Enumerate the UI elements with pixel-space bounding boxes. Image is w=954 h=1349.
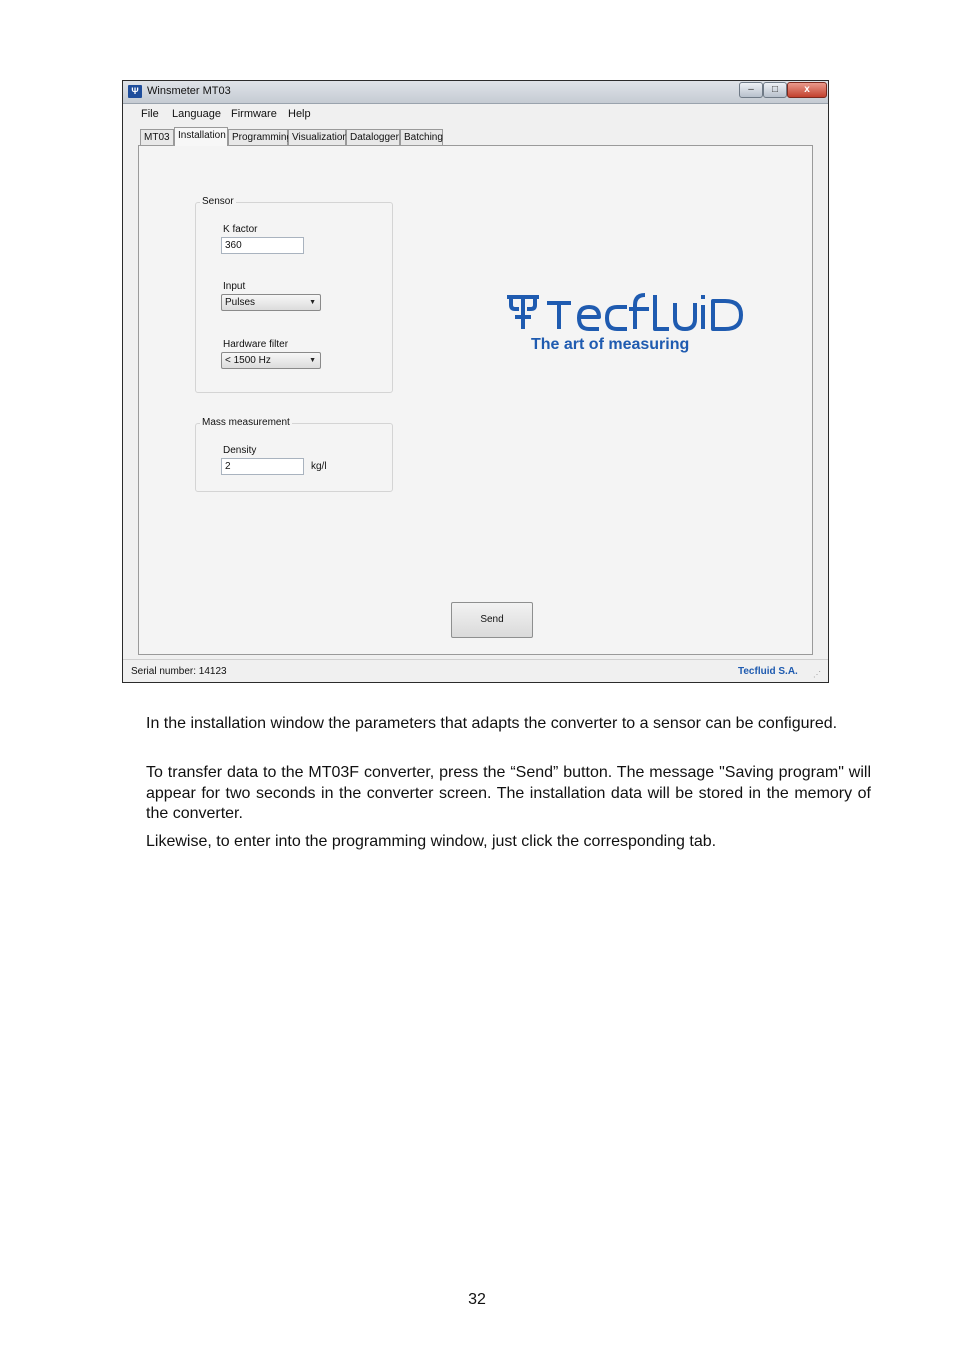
title-bar[interactable]: Ψ Winsmeter MT03 – □ x: [123, 81, 828, 104]
hardware-filter-label: Hardware filter: [223, 339, 289, 350]
tab-installation[interactable]: Installation: [174, 127, 228, 146]
input-select[interactable]: Pulses ▼: [221, 294, 321, 311]
menu-help[interactable]: Help: [288, 108, 311, 120]
input-select-value: Pulses: [225, 297, 256, 308]
tab-batching[interactable]: Batching: [400, 129, 443, 145]
tecfluid-app-icon: Ψ: [128, 85, 142, 98]
maximize-button[interactable]: □: [763, 82, 787, 98]
logo-tagline: The art of measuring: [531, 336, 690, 353]
installation-panel: Sensor K factor 360 Input Pulses ▼ Hardw…: [138, 145, 813, 655]
tab-datalogger[interactable]: Datalogger: [346, 129, 400, 145]
input-label: Input: [223, 281, 246, 292]
tab-programming[interactable]: Programming: [228, 129, 292, 145]
k-factor-input[interactable]: 360: [221, 237, 304, 254]
menu-file[interactable]: File: [141, 108, 159, 120]
window-title: Winsmeter MT03: [147, 85, 231, 97]
serial-number: Serial number: 14123: [131, 666, 227, 677]
menu-language[interactable]: Language: [172, 108, 221, 120]
paragraph-send: To transfer data to the MT03F converter,…: [146, 764, 871, 822]
paragraph-programming: Likewise, to enter into the programming …: [146, 833, 717, 850]
status-bar: Serial number: 14123 Tecfluid S.A. ⋰: [123, 659, 828, 683]
close-button[interactable]: x: [787, 82, 827, 98]
hardware-filter-select[interactable]: < 1500 Hz ▼: [221, 352, 321, 369]
density-label: Density: [223, 445, 257, 456]
density-input[interactable]: 2: [221, 458, 304, 475]
hardware-filter-value: < 1500 Hz: [225, 355, 271, 366]
density-unit: kg/l: [311, 461, 327, 472]
tab-visualization[interactable]: Visualization: [288, 129, 348, 145]
company-name: Tecfluid S.A.: [738, 666, 798, 677]
mass-group-legend: Mass measurement: [200, 417, 292, 428]
resize-grip-icon[interactable]: ⋰: [813, 670, 821, 679]
tab-mt03[interactable]: MT03: [140, 129, 174, 145]
paragraph-installation: In the installation window the parameter…: [146, 715, 838, 732]
minimize-button[interactable]: –: [739, 82, 763, 98]
chevron-down-icon: ▼: [309, 357, 316, 364]
k-factor-label: K factor: [223, 224, 258, 235]
menu-bar: File Language Firmware Help: [123, 104, 828, 124]
app-window: Ψ Winsmeter MT03 – □ x File Language Fir…: [122, 80, 829, 683]
chevron-down-icon: ▼: [309, 299, 316, 306]
page-number: 32: [468, 1291, 486, 1308]
send-button[interactable]: Send: [451, 602, 533, 638]
menu-firmware[interactable]: Firmware: [231, 108, 277, 120]
tecfluid-logo-mark: [507, 293, 743, 331]
sensor-group-legend: Sensor: [200, 196, 236, 207]
tecfluid-logo: The art of measuring: [505, 289, 745, 361]
